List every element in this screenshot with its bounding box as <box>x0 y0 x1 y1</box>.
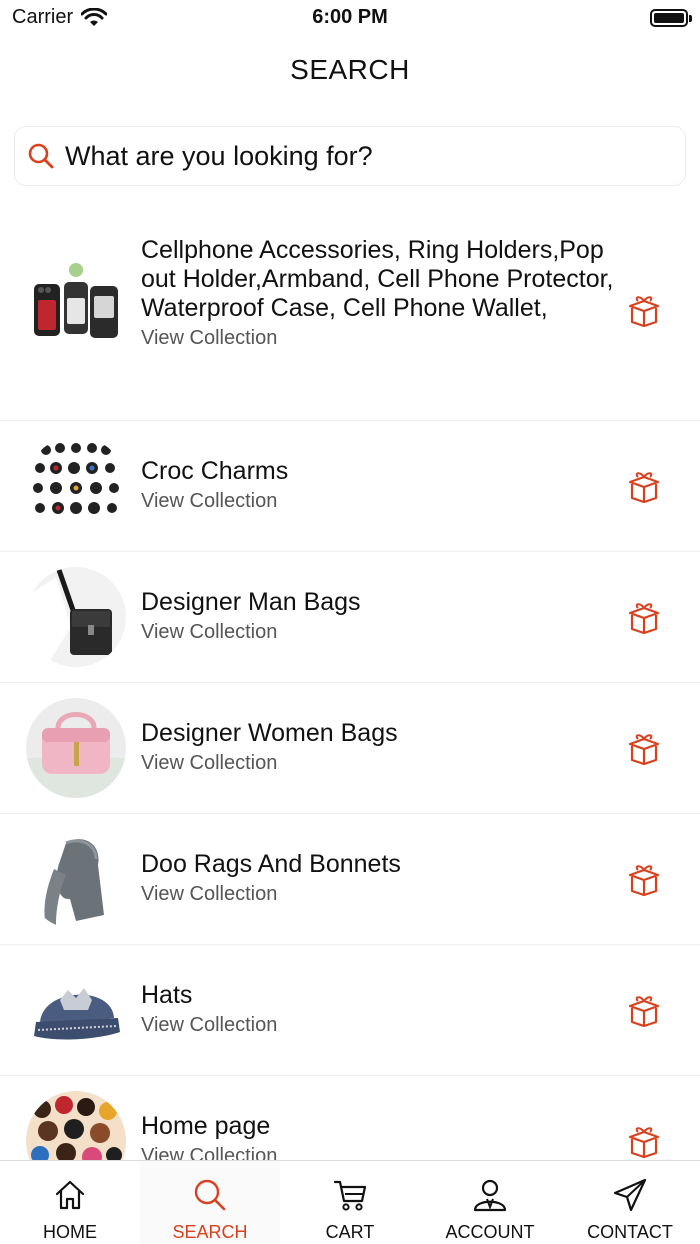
tab-label: CART <box>325 1222 375 1242</box>
gift-icon[interactable] <box>626 602 662 634</box>
tab-cart[interactable]: CART <box>280 1161 420 1244</box>
gift-icon[interactable] <box>626 295 662 327</box>
status-time: 6:00 PM <box>312 6 388 28</box>
pink-handbag-thumbnail <box>26 698 126 798</box>
search-input[interactable] <box>65 140 655 172</box>
collection-row-hats[interactable]: Hats View Collection <box>0 945 700 1076</box>
account-icon <box>473 1179 507 1212</box>
page-title: SEARCH <box>290 54 410 85</box>
gift-icon[interactable] <box>626 1126 662 1158</box>
denim-cap-thumbnail <box>26 960 126 1060</box>
collection-row-croc-charms[interactable]: Croc Charms View Collection <box>0 421 700 552</box>
tab-label: ACCOUNT <box>445 1222 535 1242</box>
man-bag-thumbnail <box>26 567 126 667</box>
collection-row-designer-man-bags[interactable]: Designer Man Bags View Collection <box>0 552 700 683</box>
view-collection-link[interactable]: View Collection <box>141 327 616 350</box>
collection-title: Designer Man Bags <box>141 588 361 616</box>
collection-title: Doo Rags And Bonnets <box>141 850 401 878</box>
collection-title: Designer Women Bags <box>141 719 398 747</box>
durag-thumbnail <box>26 829 126 929</box>
search-bar[interactable] <box>14 126 686 186</box>
view-collection-link[interactable]: View Collection <box>141 752 616 775</box>
gift-icon[interactable] <box>626 733 662 765</box>
search-icon <box>28 143 54 169</box>
collection-title: Cellphone Accessories, Ring Holders,Pop … <box>141 236 614 322</box>
collection-list: Cellphone Accessories, Ring Holders,Pop … <box>0 200 700 1207</box>
status-bar: Carrier 6:00 PM <box>0 0 700 36</box>
tab-search[interactable]: SEARCH <box>140 1161 280 1244</box>
collection-title: Hats <box>141 981 193 1009</box>
collection-title: Home page <box>141 1112 271 1140</box>
collection-row-doo-rags[interactable]: Doo Rags And Bonnets View Collection <box>0 814 700 945</box>
gift-icon[interactable] <box>626 471 662 503</box>
send-icon <box>613 1178 647 1212</box>
search-icon <box>194 1179 226 1211</box>
view-collection-link[interactable]: View Collection <box>141 621 616 644</box>
gift-icon[interactable] <box>626 864 662 896</box>
tab-account[interactable]: ACCOUNT <box>420 1161 560 1244</box>
tab-label: HOME <box>43 1222 97 1242</box>
gift-icon[interactable] <box>626 995 662 1027</box>
cellphone-cases-thumbnail <box>26 260 126 360</box>
croc-charms-thumbnail <box>26 436 126 536</box>
tab-contact[interactable]: CONTACT <box>560 1161 700 1244</box>
collection-row-designer-women-bags[interactable]: Designer Women Bags View Collection <box>0 683 700 814</box>
view-collection-link[interactable]: View Collection <box>141 490 616 513</box>
tab-bar: HOME SEARCH CART ACCOUNT CONTACT <box>0 1160 700 1244</box>
tab-home[interactable]: HOME <box>0 1161 140 1244</box>
collection-title: Croc Charms <box>141 457 289 485</box>
home-icon <box>55 1180 85 1210</box>
tab-label: SEARCH <box>172 1222 248 1242</box>
view-collection-link[interactable]: View Collection <box>141 883 616 906</box>
tab-label: CONTACT <box>587 1222 673 1242</box>
collection-row-cellphone-accessories[interactable]: Cellphone Accessories, Ring Holders,Pop … <box>0 200 700 421</box>
view-collection-link[interactable]: View Collection <box>141 1014 616 1037</box>
cart-icon <box>333 1180 367 1211</box>
battery-icon <box>650 9 692 27</box>
